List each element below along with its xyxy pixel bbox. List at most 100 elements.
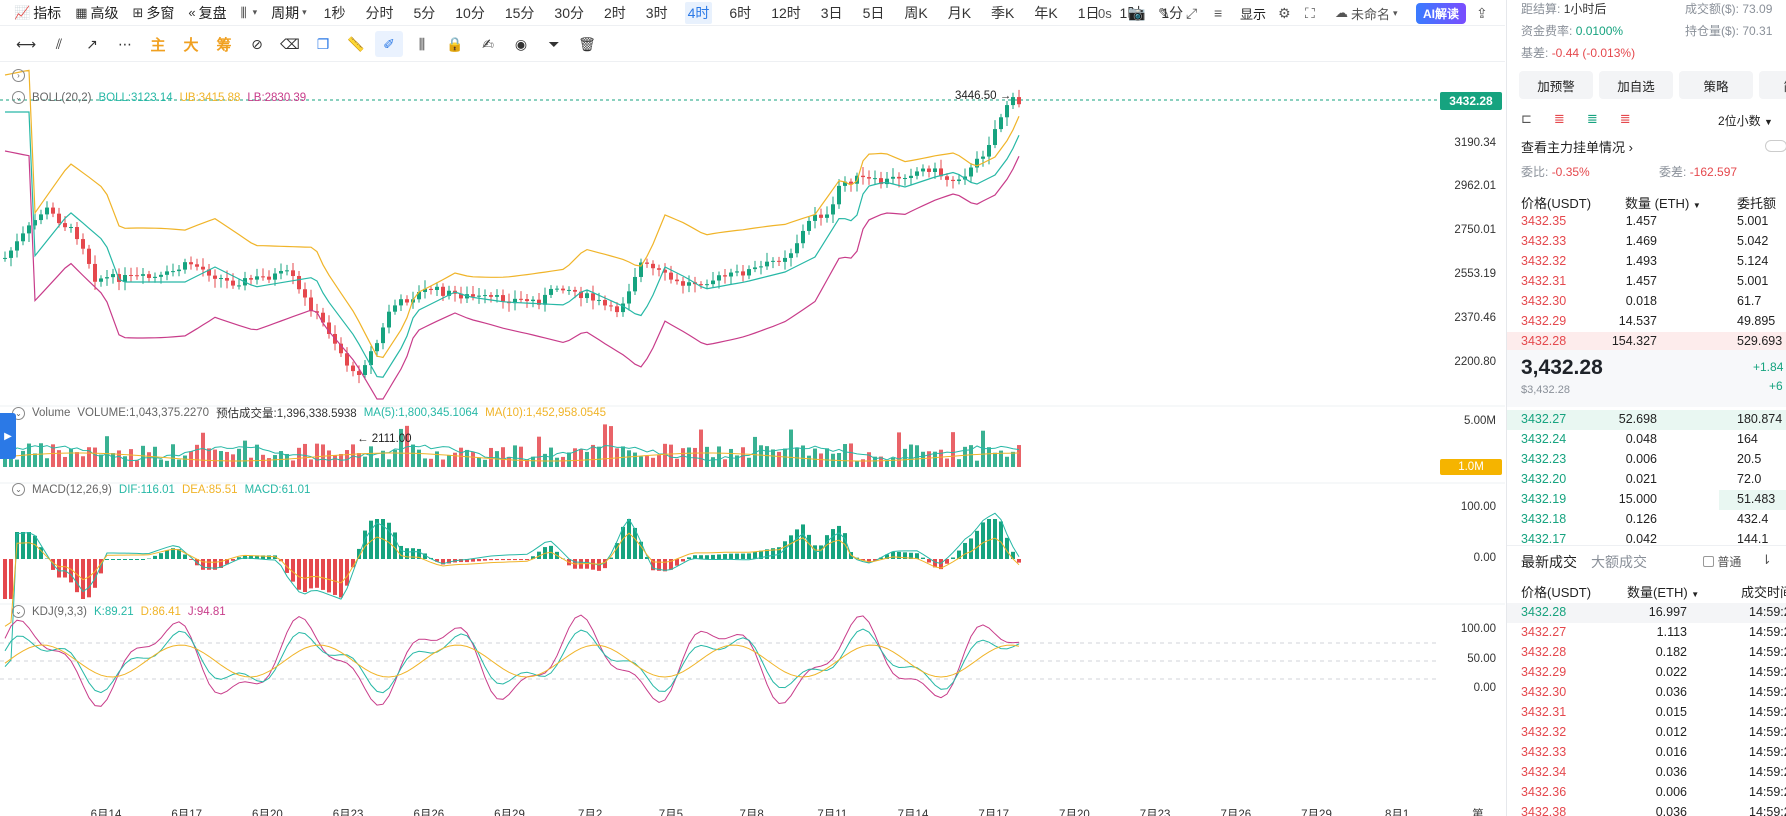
eraser-icon[interactable]: ⌫ [276,31,304,57]
bid-row[interactable]: 3432.19 15.000 51.483 [1507,490,1786,510]
boll-name[interactable]: BOLL(20,2) [32,92,91,104]
trash-icon[interactable]: 🗑 [573,31,601,57]
chevron-down-icon[interactable]: ⌄ [12,483,25,496]
share-icon[interactable]: ⇪ [1476,0,1488,26]
chevron-down-icon[interactable]: ⌄ [12,605,25,618]
orderbook-asks-icon[interactable]: ≣ [1620,111,1631,127]
orderbook-both-icon[interactable]: ⊏ [1521,111,1532,127]
candle-body [531,299,535,302]
volume-ma5-line [4,444,1020,462]
ruler-icon[interactable]: 📏 [342,31,370,57]
overview-button[interactable]: 简况 [1759,71,1786,99]
volume-name[interactable]: Volume [32,407,70,419]
chip-icon[interactable]: 筹 [210,31,238,57]
period-tab[interactable]: 3日 [818,2,846,24]
period-tab[interactable]: 分时 [362,2,396,24]
ask-row[interactable]: 3432.28 154.327 529.693 [1507,332,1786,352]
add-watchlist-button[interactable]: 加自选 [1599,71,1673,99]
pencil-icon[interactable]: ✎ [1158,0,1170,26]
chevron-down-icon[interactable]: ⌄ [12,91,25,104]
trade-time: 14:59:2 [1749,765,1786,779]
ask-row[interactable]: 3432.29 14.537 49.895 [1507,312,1786,332]
chart-canvas[interactable] [0,63,1505,816]
bid-qty: 52.698 [1618,412,1657,426]
visibility-icon[interactable]: ◉ [507,31,535,57]
layout-name-dropdown[interactable]: ☁ 未命名 ▾ [1335,0,1398,26]
boll-ub-value: UB:3415.88 [179,91,241,104]
macd-bar [747,553,751,559]
more-tools-icon[interactable]: ⋯ [111,31,139,57]
ob-qty-header[interactable]: 数量 (ETH) ▼ [1625,193,1701,212]
brush-icon[interactable]: ✐ [375,31,403,57]
settings-icon[interactable]: ⚙ [1278,0,1291,26]
period-tab[interactable]: 15分 [502,2,538,24]
parallel-channel-icon[interactable]: ⫽ [45,31,73,57]
display-button[interactable]: 显示 [1240,0,1266,26]
macd-name[interactable]: MACD(12,26,9) [32,484,112,496]
ask-row[interactable]: 3432.31 1.457 5.001 [1507,272,1786,292]
period-tab[interactable]: 5分 [410,2,438,24]
period-tab[interactable]: 月K [945,2,974,24]
period-tab[interactable]: 周K [901,2,930,24]
orderbook-mixed-icon[interactable]: ≣ [1554,111,1565,127]
orderbook-bids-icon[interactable]: ≣ [1587,111,1598,127]
kline-chart[interactable]: › ⌄ BOLL(20,2) BOLL:3123.14 UB:3415.88 L… [0,63,1505,816]
period-tab[interactable]: 1秒 [321,2,349,24]
indicator-button[interactable]: 📈 指标 [14,3,61,23]
ask-row[interactable]: 3432.30 0.018 61.7 [1507,292,1786,312]
bid-row[interactable]: 3432.18 0.126 432.4 [1507,510,1786,530]
collapse-toggle[interactable]: › [12,69,32,82]
period-tab[interactable]: 年K [1031,2,1060,24]
period-tab[interactable]: 12时 [768,2,804,24]
kdj-name[interactable]: KDJ(9,3,3) [32,606,87,618]
decimals-dropdown[interactable]: 2位小数 ▼ [1718,112,1773,129]
bid-row[interactable]: 3432.27 52.698 180.874 [1507,410,1786,430]
expand-icon[interactable]: ⤢ [1186,0,1197,26]
trend-line-icon[interactable]: ↗ [78,31,106,57]
bid-row[interactable]: 3432.24 0.048 164 [1507,430,1786,450]
add-alert-button[interactable]: 加预警 [1519,71,1593,99]
period-tab[interactable]: 6时 [726,2,754,24]
edit-note-icon[interactable]: ✍ [474,31,502,57]
fullscreen-icon[interactable]: ⛶ [1305,0,1315,26]
tab-large-trades[interactable]: 大额成交 [1591,552,1647,572]
chart-type-button[interactable]: ⫼ ▾ [241,5,258,21]
menu-icon[interactable]: ≡ [1214,0,1222,26]
ai-interpret-button[interactable]: AI解读 [1416,0,1467,26]
multi-window-button[interactable]: ⊞ 多窗 [132,3,174,23]
lock-icon[interactable]: 🔒 [441,31,469,57]
period-tab[interactable]: 2时 [601,2,629,24]
horizontal-line-icon[interactable]: ⟷ [12,31,40,57]
camera-icon[interactable]: 📷 [1128,0,1145,26]
candle-style-icon[interactable]: ⫼ [408,31,436,57]
period-tab[interactable]: 3时 [643,2,671,24]
copy-icon[interactable]: ❐ [309,31,337,57]
bid-row[interactable]: 3432.23 0.006 20.5 [1507,450,1786,470]
period-tab[interactable]: 5日 [860,2,888,24]
main-force-icon[interactable]: 主 [144,31,172,57]
trade-qty-header[interactable]: 数量(ETH) ▼ [1627,582,1699,601]
filter-icon[interactable]: ⏷ [540,31,568,57]
period-tab[interactable]: 季K [988,2,1017,24]
replay-button[interactable]: «复盘 [188,3,226,23]
normal-checkbox[interactable]: 普通 [1703,553,1741,570]
candle-body [735,271,739,273]
magnet-icon[interactable]: ⊘ [243,31,271,57]
trade-filter-icon[interactable]: ⇂ [1761,552,1772,568]
strategy-button[interactable]: 策略 [1679,71,1753,99]
order-toggle[interactable] [1765,140,1786,152]
period-tab[interactable]: 4时 [684,1,713,24]
bid-row[interactable]: 3432.20 0.021 72.0 [1507,470,1786,490]
order-link[interactable]: 查看主力挂单情况 › [1521,137,1633,156]
period-dropdown[interactable]: 周期 ▾ [271,3,307,23]
advanced-button[interactable]: ▦ 高级 [75,3,118,23]
trade-row: 3432.29 0.022 14:59:2 [1507,663,1786,683]
period-tab[interactable]: 30分 [551,2,587,24]
period-tab[interactable]: 10分 [452,2,488,24]
ask-row[interactable]: 3432.33 1.469 5.042 [1507,232,1786,252]
tab-latest-trades[interactable]: 最新成交 [1521,552,1577,572]
left-panel-toggle[interactable]: ▶ [0,413,16,459]
ask-row[interactable]: 3432.32 1.493 5.124 [1507,252,1786,272]
ask-row[interactable]: 3432.35 1.457 5.001 [1507,212,1786,232]
big-order-icon[interactable]: 大 [177,31,205,57]
